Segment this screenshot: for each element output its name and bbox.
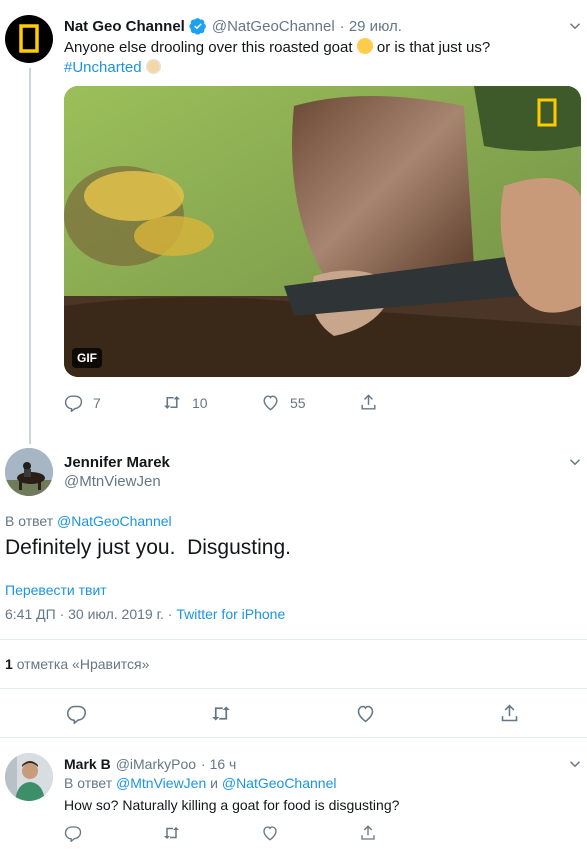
handle[interactable]: @MtnViewJen — [64, 473, 161, 490]
reply-icon — [66, 705, 87, 724]
tweet-text: Definitely just you. Disgusting. — [5, 536, 291, 559]
retweet-button[interactable]: 10 — [162, 393, 208, 412]
tweet-text: Anyone else drooling over this roasted g… — [64, 38, 574, 78]
share-button[interactable] — [359, 824, 377, 842]
divider — [0, 737, 587, 738]
reply-button[interactable]: 7 — [64, 393, 101, 412]
avatar[interactable] — [5, 15, 53, 63]
replying-to: В ответ @MtnViewJen и @NatGeoChannel — [64, 775, 336, 791]
gif-badge: GIF — [72, 348, 102, 368]
share-icon — [501, 704, 518, 722]
tweet-date[interactable]: · 29 июл. — [340, 18, 402, 35]
replying-to-link[interactable]: @NatGeoChannel — [222, 775, 337, 791]
reply-button[interactable] — [64, 824, 82, 842]
tweet-date[interactable]: · 16 ч — [201, 756, 236, 772]
gif-media[interactable]: GIF — [64, 86, 581, 377]
verified-badge-icon — [189, 17, 207, 35]
share-icon — [361, 394, 376, 410]
replying-to: В ответ @NatGeoChannel — [5, 513, 172, 529]
timestamp-text[interactable]: 6:41 ДП · 30 июл. 2019 г. · — [5, 606, 172, 622]
hashtag-link[interactable]: #Uncharted — [64, 59, 142, 76]
retweet-icon — [164, 396, 180, 409]
roasted-goat-image — [64, 86, 581, 377]
replying-to-link[interactable]: @MtnViewJen — [116, 775, 206, 791]
replying-to-label: В ответ — [64, 775, 113, 791]
display-name[interactable]: Mark B — [64, 756, 111, 772]
retweet-count: 10 — [192, 394, 208, 411]
reply-icon — [64, 395, 83, 412]
user-photo — [5, 753, 53, 801]
share-icon — [361, 825, 375, 840]
tweet-text-part2: or is that just us? — [372, 39, 491, 56]
like-icon — [263, 826, 277, 841]
likes-label: отметка «Нравится» — [16, 656, 150, 672]
display-name[interactable]: Nat Geo Channel — [64, 18, 185, 35]
like-button[interactable] — [355, 703, 376, 724]
like-count: 55 — [290, 394, 306, 411]
retweet-button[interactable] — [162, 824, 181, 842]
retweet-icon — [164, 827, 179, 839]
thread-line — [29, 68, 31, 444]
reply-count: 7 — [93, 394, 101, 411]
explorer-emoji-icon — [145, 59, 161, 74]
relieved-face-icon — [356, 38, 373, 54]
natgeo-logo-icon — [19, 24, 39, 53]
chevron-down-icon[interactable] — [566, 17, 584, 35]
source-link[interactable]: Twitter for iPhone — [176, 606, 285, 622]
like-button[interactable] — [261, 824, 279, 842]
like-button[interactable]: 55 — [261, 393, 306, 412]
likes-summary[interactable]: 1 отметка «Нравится» — [5, 656, 149, 672]
handle[interactable]: @iMarkyPoo — [116, 756, 196, 772]
avatar[interactable] — [5, 448, 53, 496]
replying-to-link[interactable]: @NatGeoChannel — [57, 513, 172, 529]
like-icon — [263, 395, 278, 411]
tweet-text-part1: Anyone else drooling over this roasted g… — [64, 39, 357, 56]
like-icon — [357, 705, 374, 723]
horse-rider-photo — [5, 448, 53, 496]
share-button[interactable] — [499, 703, 520, 724]
share-button[interactable] — [359, 393, 378, 412]
display-name[interactable]: Jennifer Marek — [64, 454, 170, 471]
tweet-timestamp: 6:41 ДП · 30 июл. 2019 г. · Twitter for … — [5, 606, 285, 622]
avatar[interactable] — [5, 753, 53, 801]
replying-to-and: и — [210, 775, 218, 791]
divider — [0, 688, 587, 689]
chevron-down-icon[interactable] — [566, 755, 584, 773]
handle[interactable]: @NatGeoChannel — [212, 18, 335, 35]
divider — [0, 639, 587, 640]
replying-to-label: В ответ — [5, 513, 54, 529]
retweet-button[interactable] — [210, 703, 232, 724]
retweet-icon — [212, 706, 230, 721]
tweet-text: How so? Naturally killing a goat for foo… — [64, 797, 400, 813]
reply-button[interactable] — [66, 703, 87, 724]
likes-count: 1 — [5, 656, 13, 672]
translate-link[interactable]: Перевести твит — [5, 582, 107, 598]
chevron-down-icon[interactable] — [566, 453, 584, 471]
reply-icon — [64, 826, 82, 842]
